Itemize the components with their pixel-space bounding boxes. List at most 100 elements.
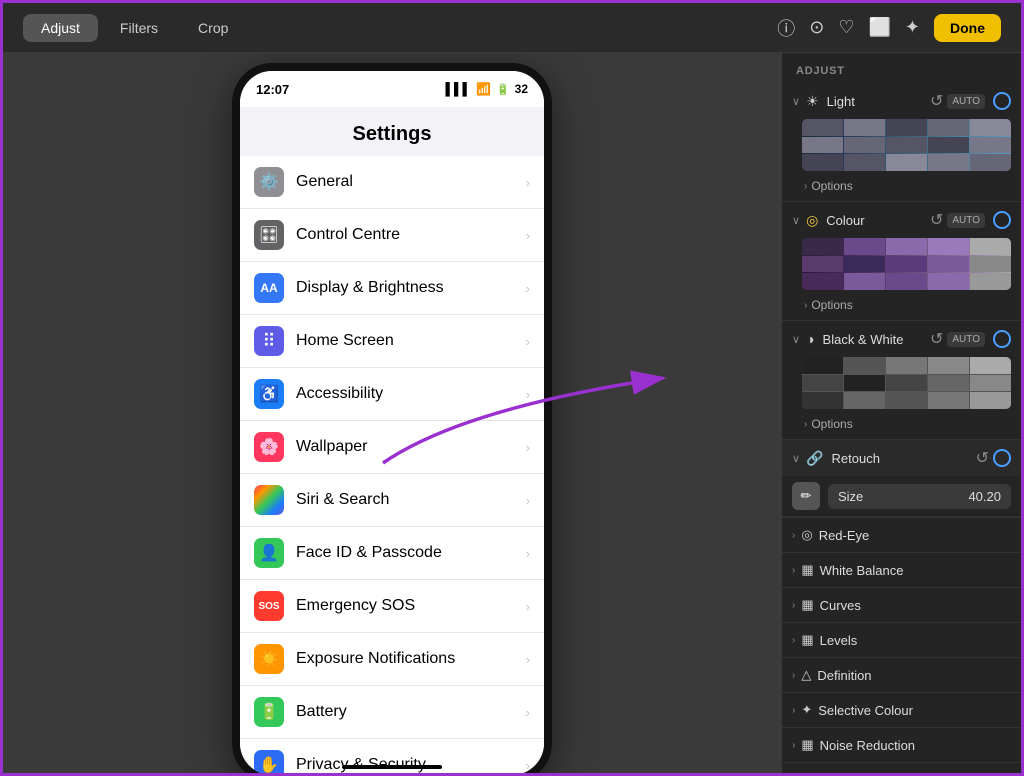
bw-options-chevron: › [804, 419, 807, 430]
iphone-scroll[interactable]: Settings ⚙️ General › 🎛 Control Centre › [240, 107, 544, 773]
light-options-row[interactable]: › Options [782, 175, 1021, 201]
adjust-section-red-eye[interactable]: › ◎ Red-Eye [782, 518, 1021, 553]
light-label: Light [827, 94, 926, 109]
adjust-header: ADJUST [782, 53, 1021, 83]
adjust-section-colour: ∨ ◎ Colour ↺ AUTO › Options [782, 202, 1021, 321]
settings-title: Settings [240, 107, 544, 156]
retouch-icon: 🔗 [806, 450, 823, 467]
size-box: Size 40.20 [828, 484, 1011, 509]
heart-icon[interactable]: ♡ [838, 17, 854, 38]
light-icon: ☀ [806, 93, 819, 110]
tab-filters[interactable]: Filters [102, 14, 176, 42]
adjust-section-white-balance[interactable]: › ▦ White Balance [782, 553, 1021, 588]
bw-options-label: Options [811, 417, 852, 431]
settings-item-accessibility[interactable]: ♿ Accessibility › [240, 368, 544, 421]
settings-item-face-id[interactable]: 👤 Face ID & Passcode › [240, 527, 544, 580]
white-balance-icon: ▦ [801, 562, 813, 578]
tab-crop[interactable]: Crop [180, 14, 246, 42]
tab-adjust[interactable]: Adjust [23, 14, 98, 42]
adjust-section-light: ∨ ☀ Light ↺ AUTO › Options [782, 83, 1021, 202]
selective-colour-chevron: › [792, 705, 795, 716]
settings-item-wallpaper[interactable]: 🌸 Wallpaper › [240, 421, 544, 474]
size-value: 40.20 [968, 489, 1001, 504]
battery-level: 32 [515, 82, 528, 96]
pencil-button[interactable]: ✏ [792, 482, 820, 510]
home-indicator [342, 765, 442, 769]
privacy-icon: ✋ [254, 750, 284, 773]
general-chevron: › [526, 175, 530, 190]
adjust-section-noise-reduction[interactable]: › ▦ Noise Reduction [782, 728, 1021, 763]
retouch-reset-icon[interactable]: ↺ [976, 448, 989, 468]
retouch-chevron: ∨ [792, 452, 800, 465]
colour-reset-icon[interactable]: ↺ [930, 210, 943, 230]
adjust-section-sharpen[interactable]: › △ Sharpen [782, 763, 1021, 773]
info-icon[interactable]: ⓘ [777, 15, 795, 41]
control-centre-label: Control Centre [296, 226, 526, 244]
general-icon: ⚙️ [254, 167, 284, 197]
size-label: Size [838, 489, 863, 504]
share-icon[interactable]: ⬜ [868, 17, 890, 38]
settings-item-battery[interactable]: 🔋 Battery › [240, 686, 544, 739]
light-chevron: ∨ [792, 95, 800, 108]
accessibility-icon: ♿ [254, 379, 284, 409]
emergency-icon: SOS [254, 591, 284, 621]
size-row: ✏ Size 40.20 [782, 476, 1021, 517]
status-bar: 12:07 ▌▌▌ 📶 🔋 32 [240, 71, 544, 107]
settings-item-exposure[interactable]: ☀️ Exposure Notifications › [240, 633, 544, 686]
curves-label: Curves [820, 598, 861, 613]
retouch-circle[interactable] [993, 449, 1011, 467]
settings-item-siri[interactable]: Siri & Search › [240, 474, 544, 527]
bw-options-row[interactable]: › Options [782, 413, 1021, 439]
main-content: 12:07 ▌▌▌ 📶 🔋 32 Settings ⚙️ General › [3, 53, 1021, 773]
bw-row[interactable]: ∨ ◑ Black & White ↺ AUTO [782, 321, 1021, 357]
siri-icon [254, 485, 284, 515]
magic-icon[interactable]: ✦ [905, 17, 920, 38]
bw-reset-icon[interactable]: ↺ [930, 329, 943, 349]
exposure-label: Exposure Notifications [296, 650, 526, 668]
adjust-section-bw: ∨ ◑ Black & White ↺ AUTO › Options [782, 321, 1021, 440]
toolbar-tabs: Adjust Filters Crop [23, 14, 246, 42]
settings-item-emergency[interactable]: SOS Emergency SOS › [240, 580, 544, 633]
levels-icon: ▦ [801, 632, 813, 648]
light-reset-icon[interactable]: ↺ [930, 91, 943, 111]
sharpen-icon: △ [801, 772, 811, 773]
sharpen-label: Sharpen [817, 773, 866, 774]
settings-item-control-centre[interactable]: 🎛 Control Centre › [240, 209, 544, 262]
bw-icon: ◑ [806, 331, 814, 347]
colour-preview [802, 238, 1011, 290]
adjust-section-definition[interactable]: › △ Definition [782, 658, 1021, 693]
adjust-section-levels[interactable]: › ▦ Levels [782, 623, 1021, 658]
definition-label: Definition [817, 668, 871, 683]
light-row[interactable]: ∨ ☀ Light ↺ AUTO [782, 83, 1021, 119]
light-options-label: Options [811, 179, 852, 193]
retouch-row[interactable]: ∨ 🔗 Retouch ↺ [782, 440, 1021, 476]
red-eye-chevron: › [792, 530, 795, 541]
bw-label: Black & White [823, 332, 926, 347]
light-circle[interactable] [993, 92, 1011, 110]
light-auto-badge: AUTO [947, 94, 985, 109]
adjust-section-selective-colour[interactable]: › ✦ Selective Colour [782, 693, 1021, 728]
red-eye-icon: ◎ [801, 527, 812, 543]
colour-row[interactable]: ∨ ◎ Colour ↺ AUTO [782, 202, 1021, 238]
colour-options-row[interactable]: › Options [782, 294, 1021, 320]
settings-item-display[interactable]: AA Display & Brightness › [240, 262, 544, 315]
bw-auto-badge: AUTO [947, 332, 985, 347]
noise-reduction-icon: ▦ [801, 737, 813, 753]
general-label: General [296, 173, 526, 191]
bw-circle[interactable] [993, 330, 1011, 348]
home-screen-label: Home Screen [296, 332, 526, 350]
selective-colour-icon: ✦ [801, 702, 812, 718]
levels-chevron: › [792, 635, 795, 646]
toolbar: Adjust Filters Crop ⓘ ⊙ ♡ ⬜ ✦ Done [3, 3, 1021, 53]
settings-item-home-screen[interactable]: ⠿ Home Screen › [240, 315, 544, 368]
wallpaper-icon: 🌸 [254, 432, 284, 462]
adjust-section-curves[interactable]: › ▦ Curves [782, 588, 1021, 623]
wifi-icon: 📶 [476, 82, 491, 96]
colour-chevron: ∨ [792, 214, 800, 227]
colour-circle[interactable] [993, 211, 1011, 229]
bw-preview [802, 357, 1011, 409]
settings-item-general[interactable]: ⚙️ General › [240, 156, 544, 209]
more-icon[interactable]: ⊙ [809, 17, 824, 38]
curves-chevron: › [792, 600, 795, 611]
done-button[interactable]: Done [934, 14, 1001, 42]
